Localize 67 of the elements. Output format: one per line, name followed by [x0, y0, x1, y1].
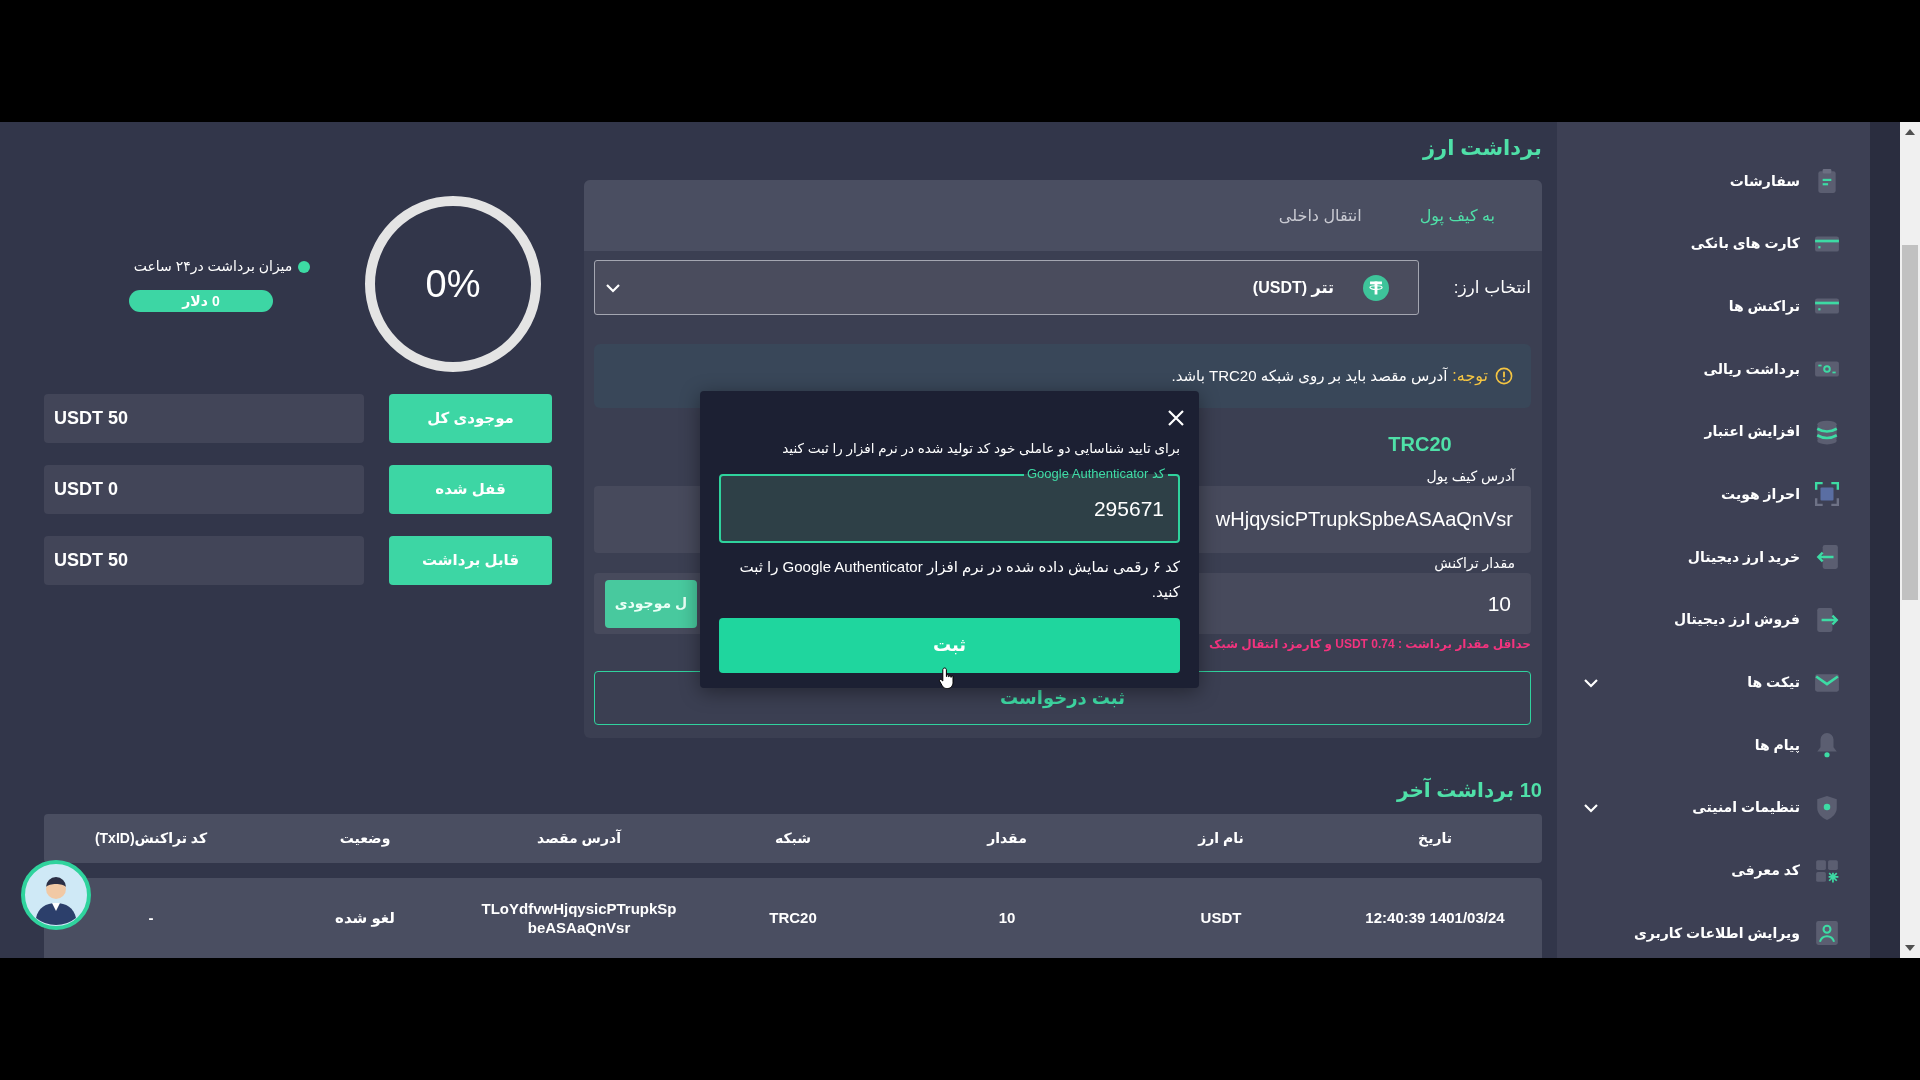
table-cell-text: TRC20 [768, 908, 818, 928]
column-header: مقدار [987, 829, 1027, 848]
dialog-help-text: کد ۶ رقمی نمایش داده شده در نرم افزار Google Authenticator را ثبت کنید. [738, 557, 1180, 602]
coin-stack-icon [1814, 418, 1840, 445]
sidebar-item[interactable]: خرید ارز دیجیتال [1577, 535, 1840, 580]
limit-label: میزان برداشت در۲۴ ساعت [133, 257, 293, 277]
percent-reading: 0% [425, 265, 481, 303]
minimum-amount-note: حداقل مقدار برداشت : USDT 0.74 و کارمزد انتقال شبک [1208, 636, 1531, 654]
scroll-up-icon[interactable] [1905, 129, 1915, 135]
warning-icon [1495, 367, 1513, 385]
arrow-left-icon [1814, 544, 1840, 571]
table-cell-text: 1401/03/24 12:40:39 [1364, 908, 1506, 928]
close-icon[interactable] [1167, 409, 1185, 427]
arrow-right-icon [1814, 606, 1840, 633]
field-label: آدرس کیف پول [1426, 467, 1517, 486]
sidebar-item[interactable]: تراکنش ها [1577, 284, 1840, 329]
hand-cursor-icon [938, 667, 956, 690]
column-header: آدرس مقصد [537, 828, 621, 848]
page-title: برداشت ارز [1422, 135, 1542, 162]
limit-amount: 0 دلار [129, 290, 273, 312]
field-label: مقدار تراکنش [1434, 554, 1516, 573]
balance-value: USDT 50 [44, 536, 364, 585]
tab[interactable]: به کیف پول [1395, 195, 1519, 236]
support-avatar-icon[interactable] [21, 860, 91, 930]
balance-value: USDT 50 [44, 394, 364, 443]
column-header: تاریخ [1418, 829, 1452, 849]
field-label: کد Google Authenticator [1023, 466, 1168, 482]
sidebar-item[interactable]: افزایش اعتبار [1577, 409, 1840, 454]
sidebar-item[interactable]: کارت های بانکی [1577, 221, 1840, 266]
tab[interactable]: انتقال داخلی [1254, 195, 1386, 236]
column-header: وضعیت [339, 829, 391, 849]
grid-icon [1814, 857, 1840, 884]
balance-label: موجودی کل [389, 394, 552, 443]
balance-value: USDT 0 [44, 465, 364, 514]
column-header: نام ارز [1198, 829, 1244, 848]
coin-icon [1363, 274, 1389, 301]
dialog-message: برای تایید شناسایی دو عاملی خود کد تولید شده در نرم افزار را ثبت کنید [781, 440, 1180, 459]
sidebar-item[interactable]: پیام ها [1577, 723, 1840, 768]
field-label: انتخاب ارز: [1452, 276, 1531, 299]
scan-frame-icon [1814, 481, 1840, 508]
sidebar-item[interactable]: سفارشات [1577, 159, 1840, 203]
table-cell-text: لغو شده [334, 908, 396, 928]
table-cell-text: - [147, 908, 155, 928]
sidebar-item[interactable]: برداشت ریالی [1577, 347, 1840, 392]
status-dot-icon [298, 260, 311, 273]
sidebar-item[interactable]: احراز هویت [1577, 472, 1840, 517]
table-cell-text: 10 [997, 908, 1017, 928]
user-icon [1814, 920, 1840, 947]
sidebar-item[interactable]: ویرایش اطلاعات کاربری [1577, 911, 1840, 956]
shield-icon [1814, 794, 1840, 821]
table-cell-text: USDT [1199, 908, 1243, 928]
sidebar-item[interactable]: کد معرفی [1577, 848, 1840, 893]
table-cell-text: TLoYdfvwHjqysicPTrupkSpbeASAaQnVsr [480, 898, 678, 938]
sidebar-item[interactable]: فروش ارز دیجیتال [1577, 597, 1840, 642]
sidebar-item[interactable]: تنظیمات امنیتی [1577, 785, 1840, 830]
column-header: کد تراکنش(TxID) [94, 829, 208, 849]
notice-text: توجه: آدرس مقصد باید بر روی شبکه TRC20 باشد. [1171, 366, 1488, 388]
scrollbar-thumb[interactable] [1902, 245, 1918, 600]
network-option[interactable]: TRC20 [1325, 429, 1515, 459]
scroll-down-icon[interactable] [1905, 945, 1915, 951]
currency-select[interactable]: تتر (USDT) [594, 260, 1419, 315]
column-header: شبکه [774, 829, 812, 848]
section-title: 10 برداشت آخر [1397, 777, 1542, 804]
bell-icon [1814, 732, 1840, 759]
balance-label: قفل شده [389, 465, 552, 514]
sidebar-item[interactable]: تیکت ها [1577, 660, 1840, 705]
balance-label: قابل برداشت [389, 536, 552, 585]
